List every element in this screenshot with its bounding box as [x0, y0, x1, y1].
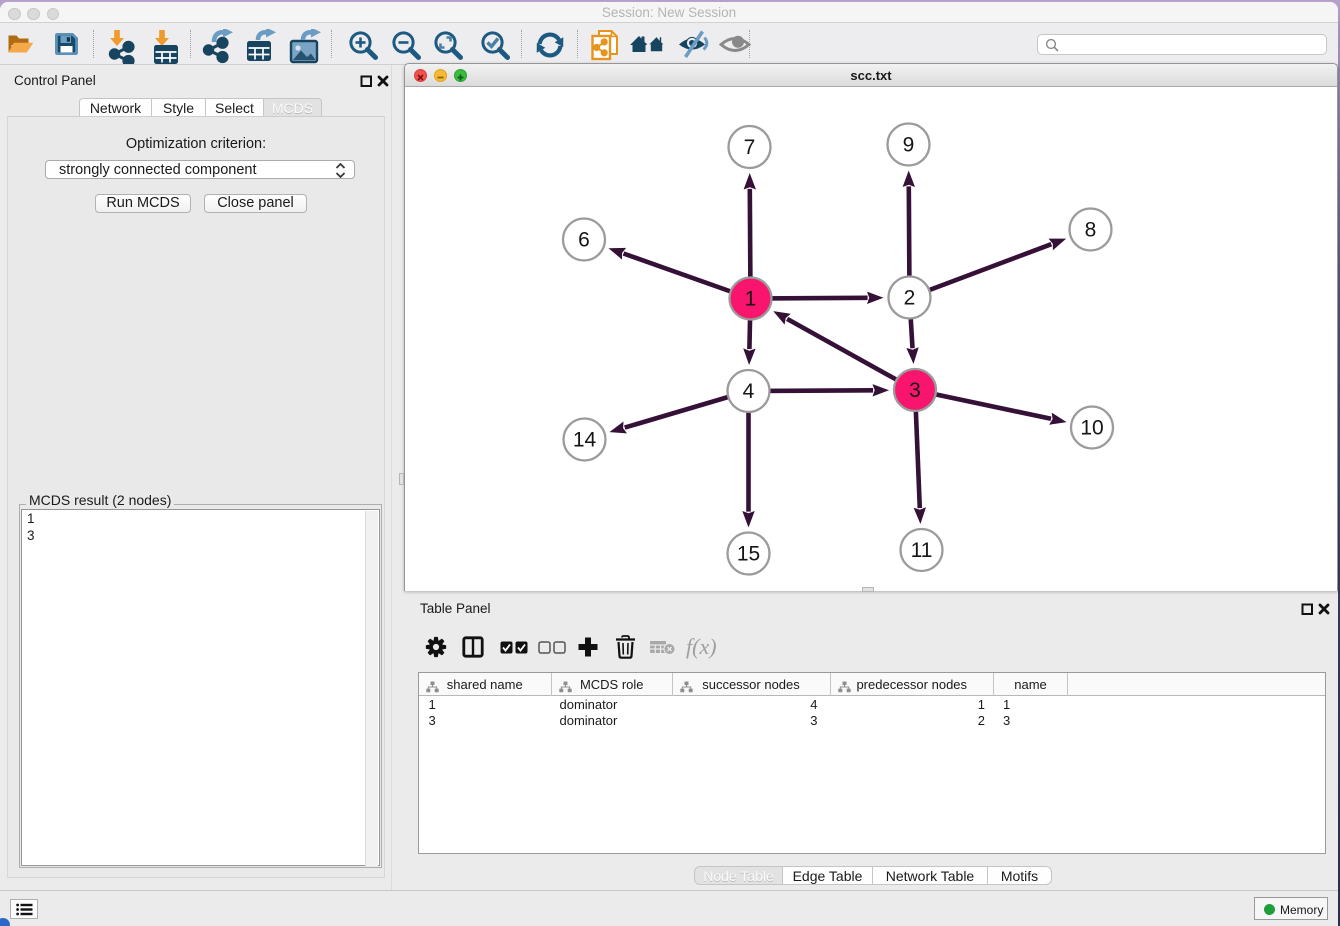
svg-text:10: 10 — [1080, 417, 1103, 440]
svg-text:14: 14 — [573, 429, 597, 452]
svg-text:9: 9 — [903, 134, 915, 157]
svg-text:15: 15 — [737, 543, 760, 566]
svg-text:1: 1 — [745, 288, 757, 311]
svg-text:3: 3 — [909, 379, 921, 402]
svg-text:7: 7 — [744, 136, 756, 159]
svg-text:6: 6 — [578, 229, 590, 252]
svg-text:11: 11 — [911, 539, 933, 562]
svg-text:2: 2 — [904, 287, 916, 310]
svg-text:8: 8 — [1085, 219, 1097, 242]
svg-text:4: 4 — [743, 380, 755, 403]
